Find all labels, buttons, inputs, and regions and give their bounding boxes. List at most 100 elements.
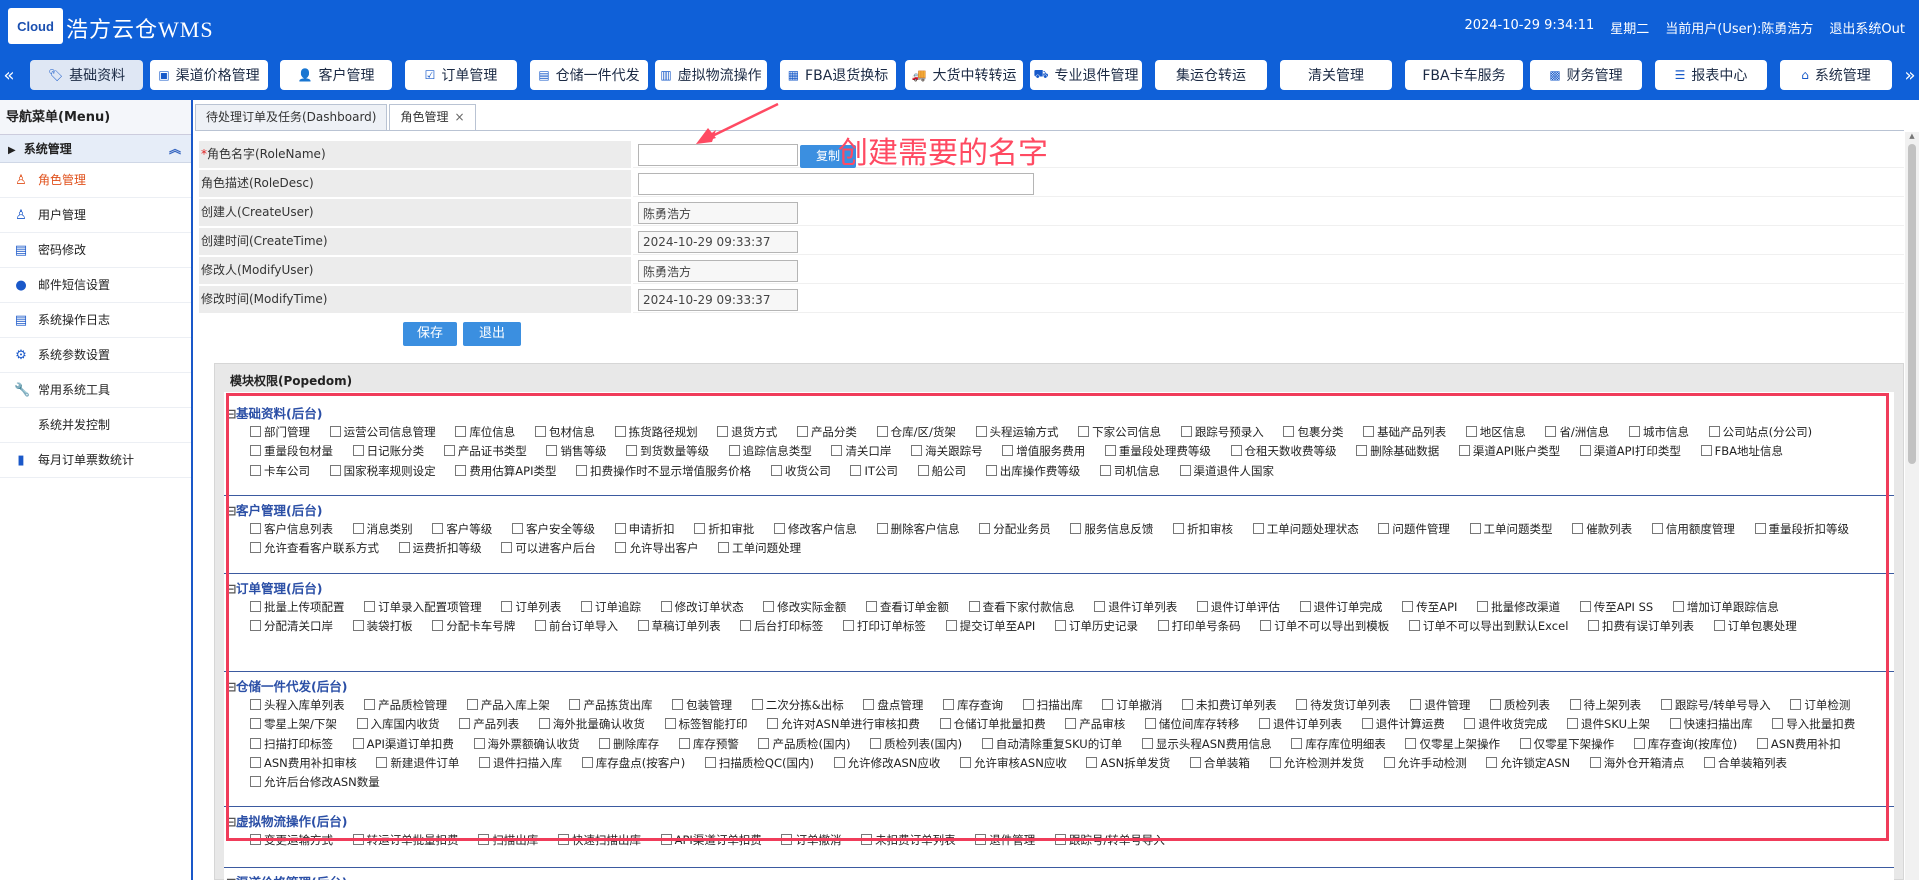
permission-item[interactable]: 打印单号条码 (1157, 619, 1241, 633)
permission-checkbox[interactable] (678, 737, 690, 749)
permission-item[interactable]: ASN费用补扣 (1756, 737, 1841, 751)
permission-checkbox[interactable] (501, 542, 513, 554)
nav-item-12[interactable]: FBA卡车服务 (1405, 60, 1523, 90)
permission-item[interactable]: 运营公司信息管理 (329, 425, 436, 439)
permission-item[interactable]: 订单不可以导出到模板 (1260, 619, 1389, 633)
permission-checkbox[interactable] (767, 718, 779, 730)
permission-checkbox[interactable] (250, 542, 261, 554)
permission-checkbox[interactable] (1569, 699, 1581, 710)
permission-item[interactable]: 退件订单列表 (1259, 717, 1342, 731)
permission-checkbox[interactable] (968, 601, 980, 612)
permission-item[interactable]: 扫描质检QC(国内) (704, 756, 814, 770)
permission-item[interactable]: 卡车公司 (250, 464, 310, 478)
collapse-up-icon[interactable]: ︽ (169, 135, 181, 163)
permission-checkbox[interactable] (1410, 699, 1422, 710)
permission-checkbox[interactable] (1458, 445, 1470, 457)
permission-checkbox[interactable] (352, 523, 364, 534)
permission-item[interactable]: 渠道API打印类型 (1579, 444, 1681, 458)
permission-checkbox[interactable] (660, 834, 672, 845)
permission-item[interactable]: 库存库位明细表 (1291, 737, 1386, 751)
permission-item[interactable]: 订单不可以导出到默认Excel (1408, 619, 1568, 633)
permission-item[interactable]: 库位信息 (455, 425, 515, 439)
permission-checkbox[interactable] (1054, 620, 1066, 632)
permission-checkbox[interactable] (1579, 445, 1591, 457)
permission-item[interactable]: 允许检测并发货 (1269, 756, 1364, 770)
exit-button[interactable]: 退出 (463, 322, 521, 346)
permission-item[interactable]: 允许锁定ASN (1486, 756, 1570, 770)
permission-checkbox[interactable] (455, 426, 467, 437)
sidebar-item-1[interactable]: ♙ 角色管理 (0, 163, 191, 198)
permission-item[interactable]: 信用额度管理 (1651, 522, 1735, 536)
permission-checkbox[interactable] (364, 601, 376, 612)
sidebar-item-5[interactable]: ▤ 系统操作日志 (0, 303, 191, 338)
permission-checkbox[interactable] (352, 445, 364, 457)
permission-checkbox[interactable] (614, 426, 626, 437)
permission-item[interactable]: 产品拣货出库 (569, 698, 652, 712)
permission-item[interactable]: 删除客户信息 (876, 522, 960, 536)
permission-checkbox[interactable] (1465, 426, 1477, 437)
permission-item[interactable]: 运费折扣等级 (398, 541, 482, 555)
permission-item[interactable]: 产品入库上架 (466, 698, 550, 712)
permission-checkbox[interactable] (250, 776, 261, 788)
permission-item[interactable]: 入库国内收货 (356, 717, 440, 731)
permission-checkbox[interactable] (466, 699, 478, 710)
permission-checkbox[interactable] (455, 464, 467, 476)
permission-checkbox[interactable] (250, 718, 261, 730)
permission-item[interactable]: 订单历史记录 (1054, 619, 1138, 633)
collapse-minus-icon[interactable]: ⊟ (226, 814, 236, 829)
permission-item[interactable]: 允许手动检测 (1383, 756, 1467, 770)
permission-item[interactable]: 退件订单完成 (1299, 600, 1383, 614)
permission-item[interactable]: 储位间库存转移 (1144, 717, 1239, 731)
permission-item[interactable]: 未扣费订单列表 (1182, 698, 1277, 712)
permission-checkbox[interactable] (1490, 699, 1501, 710)
permission-checkbox[interactable] (1102, 699, 1114, 710)
permission-item[interactable]: 清关口岸 (831, 444, 891, 458)
permission-item[interactable]: 海关跟踪号 (911, 444, 983, 458)
permission-checkbox[interactable] (1486, 756, 1498, 768)
permission-item[interactable]: 分配业务员 (979, 522, 1051, 536)
sidebar-item-3[interactable]: ▤ 密码修改 (0, 233, 191, 268)
permission-checkbox[interactable] (479, 756, 491, 768)
permission-item[interactable]: 标签智能打印 (664, 717, 748, 731)
section-title[interactable]: ⊟订单管理(后台) (226, 578, 322, 597)
permission-item[interactable]: 产品质检管理 (364, 698, 447, 712)
permission-checkbox[interactable] (1628, 426, 1640, 437)
permission-checkbox[interactable] (975, 426, 987, 437)
permission-item[interactable]: 客户安全等级 (511, 522, 595, 536)
permission-checkbox[interactable] (1065, 718, 1077, 730)
permission-item[interactable]: API渠道订单扣费 (352, 737, 454, 751)
permission-checkbox[interactable] (1669, 718, 1681, 730)
permission-checkbox[interactable] (1545, 426, 1557, 437)
permission-checkbox[interactable] (1002, 445, 1014, 457)
permission-checkbox[interactable] (831, 445, 843, 457)
permission-checkbox[interactable] (376, 756, 388, 768)
permission-item[interactable]: 零星上架/下架 (250, 717, 337, 731)
permission-item[interactable]: 修改实际金额 (763, 600, 846, 614)
permission-item[interactable]: 库存预警 (678, 737, 739, 751)
permission-item[interactable]: 仓库/区/货架 (876, 425, 956, 439)
nav-item-14[interactable]: ☰ 报表中心 (1655, 60, 1767, 90)
nav-right-arrow-icon[interactable]: » (1903, 62, 1917, 90)
permission-checkbox[interactable] (1464, 718, 1476, 730)
permission-item[interactable]: 退件SKU上架 (1567, 717, 1650, 731)
save-button[interactable]: 保存 (403, 322, 457, 346)
permission-item[interactable]: 产品列表 (459, 717, 519, 731)
permission-checkbox[interactable] (939, 718, 951, 730)
permission-item[interactable]: 工单问题处理状态 (1252, 522, 1359, 536)
permission-checkbox[interactable] (1519, 737, 1531, 749)
nav-item-15[interactable]: ⌂ 系统管理 (1780, 60, 1892, 90)
permission-item[interactable]: API渠道订单扣费 (660, 833, 762, 847)
permission-checkbox[interactable] (534, 426, 546, 437)
permission-checkbox[interactable] (694, 523, 706, 534)
permission-item[interactable]: 催款列表 (1572, 522, 1632, 536)
permission-item[interactable]: 申请折扣 (614, 522, 675, 536)
permission-item[interactable]: 退件订单评估 (1196, 600, 1280, 614)
permission-item[interactable]: 出库操作费等级 (985, 464, 1080, 478)
permission-checkbox[interactable] (773, 523, 785, 534)
permission-item[interactable]: 批量修改渠道 (1477, 600, 1560, 614)
permission-checkbox[interactable] (352, 620, 364, 632)
permission-checkbox[interactable] (557, 834, 569, 845)
permission-item[interactable]: 批量上传项配置 (250, 600, 345, 614)
permission-checkbox[interactable] (1070, 523, 1082, 534)
permission-item[interactable]: 质检列表 (1490, 698, 1550, 712)
